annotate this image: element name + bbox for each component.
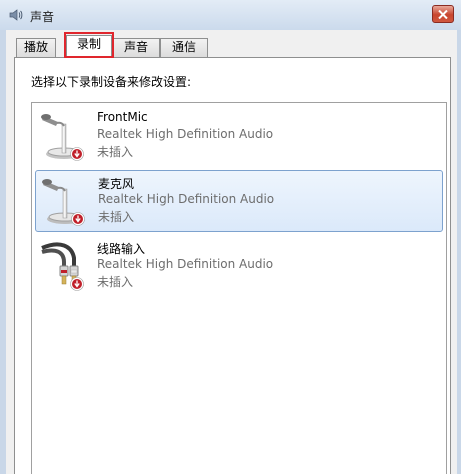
device-item-line-in[interactable]: 线路输入 Realtek High Definition Audio 未插入 [35,236,443,298]
device-item-microphone[interactable]: 麦克风 Realtek High Definition Audio 未插入 [35,170,443,232]
device-status: 未插入 [97,145,134,159]
microphone-icon [42,179,85,226]
tab-sounds[interactable]: 声音 [112,38,160,57]
instruction-text: 选择以下录制设备来修改设置: [31,75,192,89]
device-name: 线路输入 [97,242,146,256]
device-driver: Realtek High Definition Audio [97,257,274,271]
device-name: FrontMic [97,110,148,124]
device-name: 麦克风 [98,177,135,191]
device-list: FrontMic Realtek High Definition Audio 未… [31,102,447,474]
tab-communications[interactable]: 通信 [160,38,208,57]
line-in-cable-icon [41,242,84,291]
device-driver: Realtek High Definition Audio [97,127,274,141]
speaker-icon [9,9,23,21]
tab-playback[interactable]: 播放 [16,38,56,57]
window-title: 声音 [30,10,55,24]
recording-panel: 选择以下录制设备来修改设置: FrontMic Realtek High Def… [14,57,451,474]
tab-label: 播放 [23,40,48,54]
device-status: 未插入 [97,275,134,289]
close-button[interactable] [432,5,454,23]
device-item-frontmic[interactable]: FrontMic Realtek High Definition Audio 未… [35,106,443,168]
title-bar: 声音 [0,0,461,30]
device-status: 未插入 [98,210,135,224]
tab-label: 声音 [123,40,148,54]
tab-strip: 播放 录制 声音 通信 [12,32,452,58]
device-driver: Realtek High Definition Audio [98,192,275,206]
tab-recording[interactable]: 录制 [66,35,112,58]
sound-dialog: 播放 录制 声音 通信 选择以下录制设备来修改设置: FrontMic Real… [6,30,457,474]
tab-label: 录制 [76,37,101,51]
tab-label: 通信 [171,40,196,54]
close-icon [438,9,448,19]
microphone-icon [41,114,84,161]
